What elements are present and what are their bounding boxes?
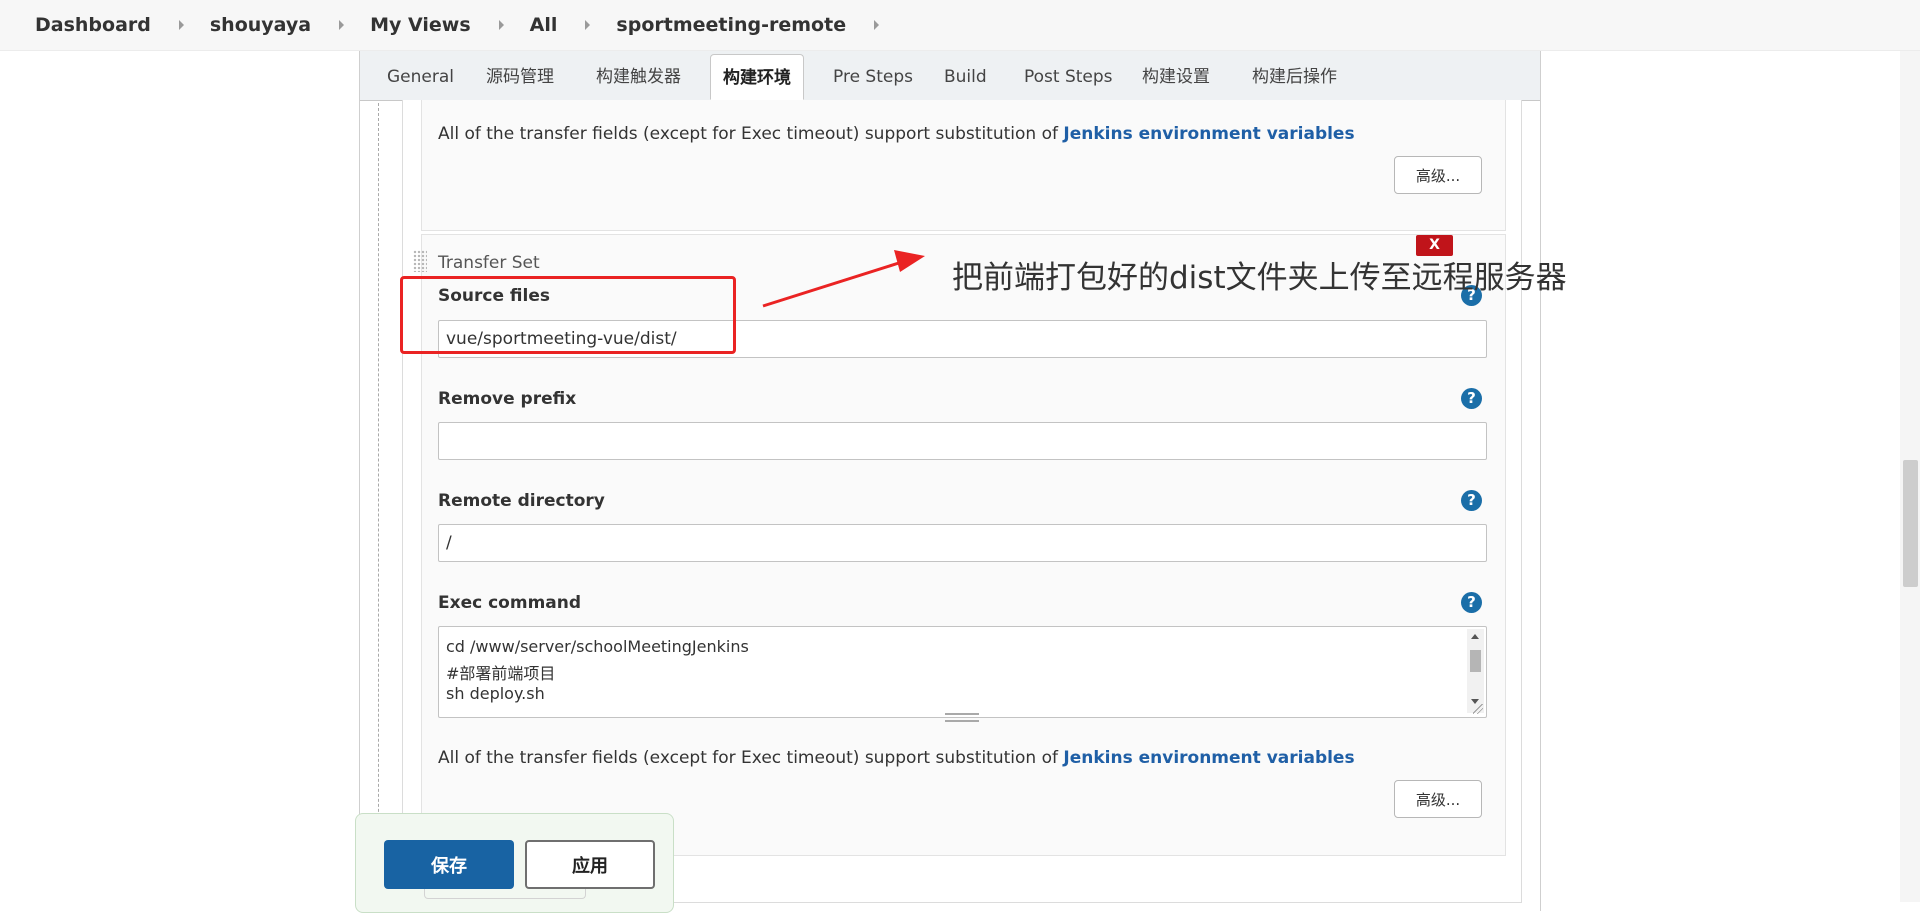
page-scrollbar[interactable] xyxy=(1900,51,1920,902)
annotation-arrow-icon xyxy=(762,250,925,308)
annotation-text: 把前端打包好的dist文件夹上传至远程服务器 xyxy=(952,260,1567,296)
apply-button[interactable]: 应用 xyxy=(525,840,655,889)
page-scroll-thumb[interactable] xyxy=(1903,460,1918,587)
save-button[interactable]: 保存 xyxy=(384,840,514,889)
